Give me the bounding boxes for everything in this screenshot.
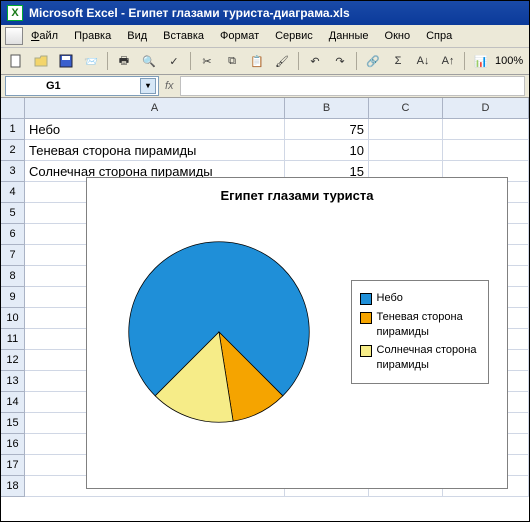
sort-asc-icon[interactable]: A↓ bbox=[412, 50, 434, 72]
menubar: Файл Правка Вид Вставка Формат Сервис Да… bbox=[1, 25, 529, 48]
paste-icon[interactable]: 📋 bbox=[246, 50, 268, 72]
name-box-value: G1 bbox=[46, 80, 61, 92]
cell[interactable] bbox=[369, 119, 443, 140]
row-header[interactable]: 9 bbox=[1, 287, 25, 308]
chart-title: Египет глазами туриста bbox=[87, 188, 507, 203]
menu-help[interactable]: Спра bbox=[418, 28, 460, 44]
col-header[interactable]: A bbox=[25, 98, 285, 119]
open-icon[interactable] bbox=[30, 50, 52, 72]
redo-icon[interactable]: ↷ bbox=[329, 50, 351, 72]
cut-icon[interactable]: ✂ bbox=[196, 50, 218, 72]
format-painter-icon[interactable]: 🖌 bbox=[271, 50, 293, 72]
legend-item: Небо bbox=[360, 291, 480, 306]
row-header[interactable]: 15 bbox=[1, 413, 25, 434]
autosum-icon[interactable]: Σ bbox=[387, 50, 409, 72]
window-title: Microsoft Excel - Египет глазами туриста… bbox=[29, 6, 350, 20]
spellcheck-icon[interactable]: ✓ bbox=[163, 50, 185, 72]
col-header[interactable]: D bbox=[443, 98, 529, 119]
document-icon bbox=[5, 27, 23, 45]
chart-icon[interactable]: 📊 bbox=[470, 50, 492, 72]
row-header[interactable]: 5 bbox=[1, 203, 25, 224]
row-header[interactable]: 10 bbox=[1, 308, 25, 329]
row-header[interactable]: 1 bbox=[1, 119, 25, 140]
chart-object[interactable]: Египет глазами туриста Небо Теневая сторо… bbox=[86, 177, 508, 489]
formula-bar: G1 ▾ fx bbox=[1, 75, 529, 98]
sort-desc-icon[interactable]: A↑ bbox=[437, 50, 459, 72]
menu-tools[interactable]: Сервис bbox=[267, 28, 321, 44]
menu-view[interactable]: Вид bbox=[119, 28, 155, 44]
row-header[interactable]: 14 bbox=[1, 392, 25, 413]
mail-icon[interactable]: 📨 bbox=[80, 50, 102, 72]
menu-edit[interactable]: Правка bbox=[66, 28, 119, 44]
print-preview-icon[interactable]: 🔍 bbox=[138, 50, 160, 72]
formula-input[interactable] bbox=[180, 76, 525, 96]
legend-item: Солнечная сторона пирамиды bbox=[360, 343, 480, 373]
titlebar: X Microsoft Excel - Египет глазами турис… bbox=[1, 1, 529, 25]
new-icon[interactable] bbox=[5, 50, 27, 72]
hyperlink-icon[interactable]: 🔗 bbox=[362, 50, 384, 72]
cell[interactable]: Теневая сторона пирамиды bbox=[25, 140, 285, 161]
col-header[interactable]: B bbox=[285, 98, 369, 119]
cell[interactable]: 75 bbox=[285, 119, 369, 140]
menu-file[interactable]: Файл bbox=[23, 28, 66, 44]
row-header[interactable]: 16 bbox=[1, 434, 25, 455]
row-header[interactable]: 18 bbox=[1, 476, 25, 497]
col-header[interactable]: C bbox=[369, 98, 443, 119]
select-all[interactable] bbox=[1, 98, 25, 119]
cell[interactable] bbox=[443, 140, 529, 161]
pie-chart bbox=[124, 237, 314, 427]
toolbar: 📨 🖶 🔍 ✓ ✂ ⧉ 📋 🖌 ↶ ↷ 🔗 Σ A↓ A↑ 📊 100% bbox=[1, 48, 529, 75]
legend-label: Солнечная сторона пирамиды bbox=[377, 343, 480, 373]
row-header[interactable]: 13 bbox=[1, 371, 25, 392]
row-header[interactable]: 11 bbox=[1, 329, 25, 350]
zoom-level[interactable]: 100% bbox=[495, 55, 523, 67]
row-header[interactable]: 6 bbox=[1, 224, 25, 245]
row-header[interactable]: 8 bbox=[1, 266, 25, 287]
name-box[interactable]: G1 ▾ bbox=[5, 76, 159, 96]
cell[interactable]: Небо bbox=[25, 119, 285, 140]
undo-icon[interactable]: ↶ bbox=[304, 50, 326, 72]
legend-label: Небо bbox=[377, 291, 403, 306]
menu-insert[interactable]: Вставка bbox=[155, 28, 212, 44]
row-header[interactable]: 4 bbox=[1, 182, 25, 203]
chevron-down-icon[interactable]: ▾ bbox=[140, 78, 156, 94]
save-icon[interactable] bbox=[55, 50, 77, 72]
menu-window[interactable]: Окно bbox=[377, 28, 419, 44]
excel-icon: X bbox=[7, 5, 23, 21]
row-header[interactable]: 2 bbox=[1, 140, 25, 161]
row-header[interactable]: 12 bbox=[1, 350, 25, 371]
cell[interactable] bbox=[369, 140, 443, 161]
cell[interactable] bbox=[443, 119, 529, 140]
row-header[interactable]: 17 bbox=[1, 455, 25, 476]
print-icon[interactable]: 🖶 bbox=[113, 50, 135, 72]
copy-icon[interactable]: ⧉ bbox=[221, 50, 243, 72]
legend-item: Теневая сторона пирамиды bbox=[360, 310, 480, 340]
menu-format[interactable]: Формат bbox=[212, 28, 267, 44]
cell[interactable]: 10 bbox=[285, 140, 369, 161]
chart-legend: Небо Теневая сторона пирамидыСолнечная ст… bbox=[351, 280, 489, 384]
fx-icon[interactable]: fx bbox=[165, 80, 174, 92]
row-header[interactable]: 7 bbox=[1, 245, 25, 266]
menu-data[interactable]: Данные bbox=[321, 28, 377, 44]
legend-label: Теневая сторона пирамиды bbox=[377, 310, 480, 340]
row-header[interactable]: 3 bbox=[1, 161, 25, 182]
